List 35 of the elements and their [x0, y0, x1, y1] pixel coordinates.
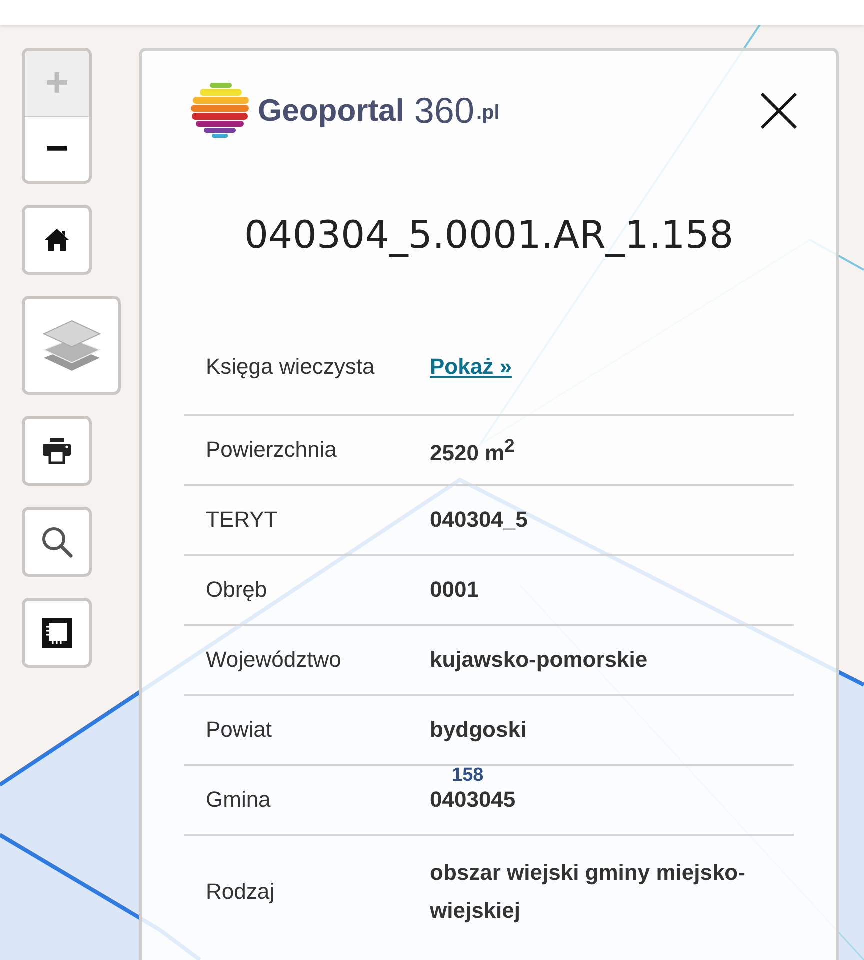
attribute-label: Księga wieczysta: [205, 352, 376, 381]
attribute-value: bydgoski: [430, 716, 527, 744]
home-button[interactable]: [22, 205, 92, 275]
attribute-value: 0403045: [430, 786, 516, 814]
attribute-label: TERYT: [205, 506, 279, 534]
print-icon: [43, 438, 71, 464]
attribute-label: Obręb: [205, 576, 268, 604]
close-button[interactable]: [761, 93, 797, 129]
logo-domain: .pl: [476, 102, 500, 125]
parcel-title: 040304_5.0001.AR_1.158: [243, 213, 735, 257]
measure-button[interactable]: [22, 598, 92, 668]
attribute-value: obszar wiejski gminy miejsko-wiejskiej: [430, 859, 746, 925]
search-button[interactable]: [22, 507, 92, 577]
ruler-icon: [41, 617, 73, 649]
attribute-value: kujawsko-pomorskie: [430, 646, 648, 674]
logo-number: 360: [414, 90, 474, 132]
layers-icon: [42, 318, 100, 372]
print-button[interactable]: [22, 416, 92, 486]
home-icon: [44, 228, 70, 252]
logo-name: Geoportal: [258, 93, 404, 129]
attribute-value: 0001: [430, 576, 479, 604]
attribute-label: Powierzchnia: [205, 436, 338, 464]
attribute-value: 2520 m$^{2}$: [430, 434, 515, 468]
parcel-number: 158: [452, 766, 484, 786]
close-icon: [761, 93, 797, 129]
show-link[interactable]: Pokaż »: [430, 348, 512, 386]
attribute-value: 040304_5: [430, 506, 528, 534]
layers-button[interactable]: [22, 296, 121, 395]
striped-globe-icon: [190, 81, 252, 141]
attribute-label: Rodzaj: [205, 878, 276, 906]
zoom-out-button[interactable]: −: [25, 116, 89, 181]
attribute-label: Województwo: [205, 646, 342, 674]
search-icon: [41, 526, 73, 558]
attribute-label: Gmina: [205, 786, 272, 814]
attribute-label: Powiat: [205, 716, 274, 744]
